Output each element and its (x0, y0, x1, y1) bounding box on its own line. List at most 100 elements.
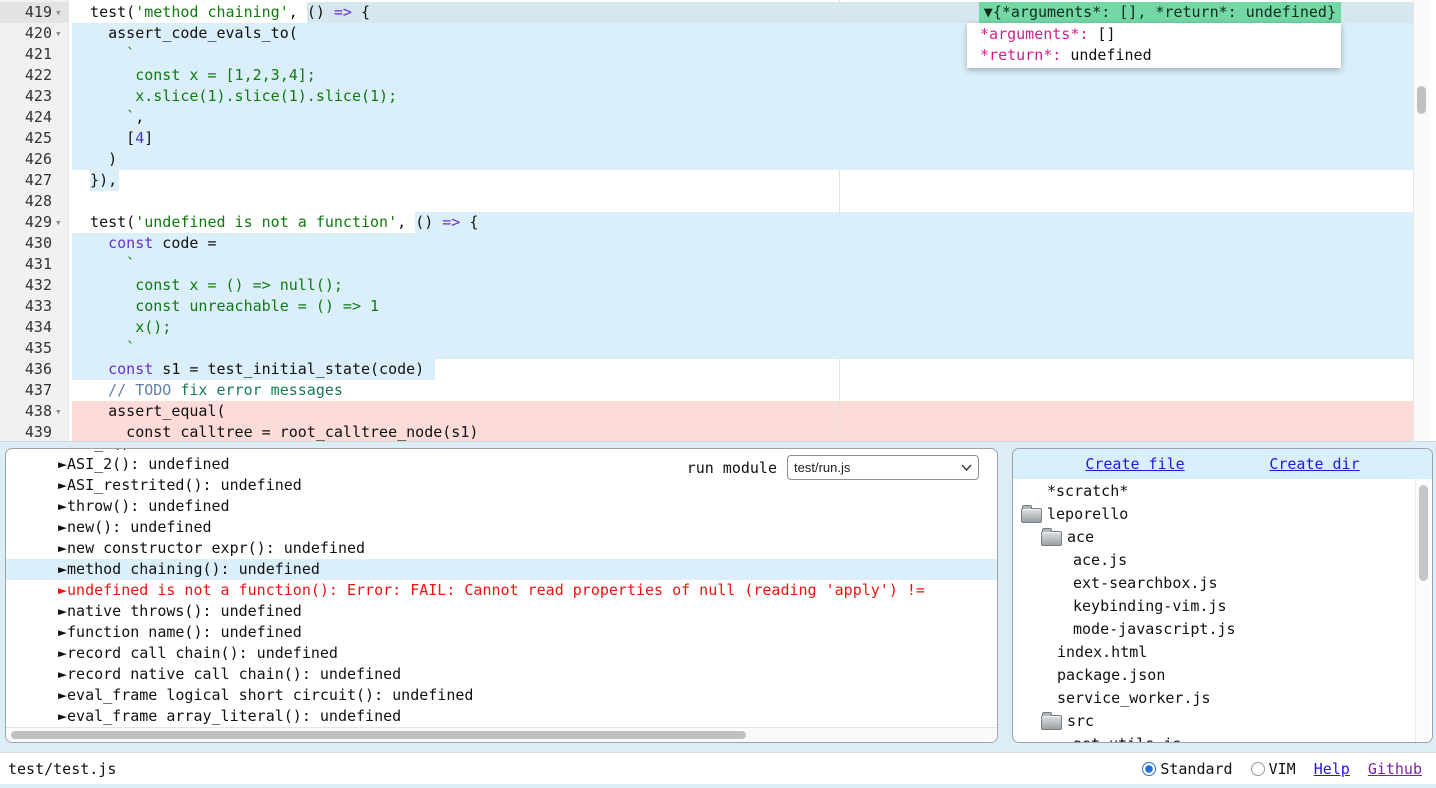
fold-arrow-icon[interactable]: ▾ (55, 2, 67, 23)
code-line[interactable]: x(); (72, 317, 171, 338)
tree-folder[interactable]: src (1013, 711, 1418, 732)
fold-arrow-icon[interactable]: ▾ (55, 401, 67, 422)
test-result-item[interactable]: ►new(): undefined (6, 517, 998, 538)
tree-file[interactable]: index.html (1013, 642, 1418, 663)
code-line[interactable]: const s1 = test_initial_state(code) (72, 359, 424, 380)
gutter-cell: 435 (0, 338, 68, 359)
tree-file[interactable]: package.json (1013, 665, 1418, 686)
code-token: [ (72, 129, 135, 147)
code-line[interactable]: const x = () => null(); (72, 275, 343, 296)
tree-item-label: src (1067, 711, 1094, 732)
tree-file[interactable]: ext-searchbox.js (1013, 573, 1418, 594)
code-line[interactable]: const x = [1,2,3,4]; (72, 65, 316, 86)
code-token: () (415, 213, 442, 231)
create-file-link[interactable]: Create file (1085, 455, 1184, 473)
inspector-summary[interactable]: ▼{*arguments*: [], *return*: undefined} (979, 2, 1341, 23)
code-token: { (460, 213, 478, 231)
code-line[interactable]: test('method chaining', () => { (72, 2, 370, 23)
tree-item-label: ast_utils.js (1073, 734, 1181, 743)
line-number: 424 (0, 107, 52, 128)
test-result-item[interactable]: ►eval_frame logical short circuit(): und… (6, 685, 998, 706)
gutter-cell: 422 (0, 65, 68, 86)
line-number: 422 (0, 65, 52, 86)
code-line[interactable]: x.slice(1).slice(1).slice(1); (72, 86, 397, 107)
line-highlight-sel (415, 212, 1413, 233)
line-number: 431 (0, 254, 52, 275)
github-link[interactable]: Github (1368, 760, 1422, 778)
tree-file[interactable]: keybinding-vim.js (1013, 596, 1418, 617)
line-number: 429 (0, 212, 52, 233)
test-result-item[interactable]: ►record call chain(): undefined (6, 643, 998, 664)
fold-arrow-icon[interactable]: ▾ (55, 212, 67, 233)
line-number: 430 (0, 233, 52, 254)
tree-file[interactable]: mode-javascript.js (1013, 619, 1418, 640)
code-line[interactable]: }), (72, 170, 117, 191)
code-token: x.slice(1).slice(1).slice(1); (72, 87, 397, 105)
tree-folder[interactable]: leporello (1013, 504, 1418, 525)
tree-item-label: service_worker.js (1057, 688, 1211, 709)
code-line[interactable]: const unreachable = () => 1 (72, 296, 379, 317)
code-line[interactable]: ) (72, 149, 117, 170)
tree-folder[interactable]: ace (1013, 527, 1418, 548)
line-number: 433 (0, 296, 52, 317)
code-editor[interactable]: 419▾ test('method chaining', () => {420▾… (0, 0, 1436, 442)
editor-scrollbar-thumb[interactable] (1417, 86, 1426, 114)
line-number: 423 (0, 86, 52, 107)
code-line[interactable]: `, (72, 107, 144, 128)
inspector-row[interactable]: *arguments*: [] (967, 24, 1341, 45)
code-line[interactable]: // TODO fix error messages (72, 380, 343, 401)
test-result-item[interactable]: ►record native call chain(): undefined (6, 664, 998, 685)
code-line[interactable]: assert_equal( (72, 401, 226, 422)
code-line[interactable]: ` (72, 338, 135, 359)
results-horizontal-scrollbar-thumb[interactable] (11, 731, 746, 739)
test-result-item[interactable]: ►undefined is not a function(): Error: F… (6, 580, 998, 601)
fold-arrow-icon[interactable]: ▾ (55, 23, 67, 44)
code-line[interactable]: [4] (72, 128, 153, 149)
file-tree-header: Create file Create dir (1013, 449, 1432, 479)
run-module-select[interactable]: test/run.js (787, 455, 979, 480)
test-result-item[interactable]: ►function name(): undefined (6, 622, 998, 643)
code-token: { (352, 3, 370, 21)
code-token: ] (144, 129, 153, 147)
code-line[interactable]: ` (72, 44, 135, 65)
code-token: () (307, 3, 334, 21)
code-line[interactable]: test('undefined is not a function', () =… (72, 212, 478, 233)
tree-item-label: *scratch* (1047, 481, 1128, 502)
code-line[interactable]: const calltree = root_calltree_node(s1) (72, 422, 478, 442)
code-token: => (334, 3, 352, 21)
test-result-item[interactable]: ►throw(): undefined (6, 496, 998, 517)
help-link[interactable]: Help (1314, 760, 1350, 778)
run-module-bar: run module test/run.js (687, 455, 979, 480)
inspector-row[interactable]: *return*: undefined (967, 45, 1341, 66)
code-token: x(); (72, 318, 171, 336)
line-number: 419 (0, 2, 52, 23)
chevron-down-icon (961, 464, 972, 471)
tree-scrollbar-thumb[interactable] (1419, 485, 1428, 581)
radio-unselected-icon (1251, 762, 1265, 776)
tree-file[interactable]: ast_utils.js (1013, 734, 1418, 743)
gutter-cell: 424 (0, 107, 68, 128)
keybinding-vim-radio[interactable]: VIM (1251, 760, 1296, 778)
line-highlight-sel (72, 317, 1413, 338)
code-line[interactable]: ` (72, 254, 135, 275)
keybinding-standard-radio[interactable]: Standard (1142, 760, 1232, 778)
create-dir-link[interactable]: Create dir (1269, 455, 1359, 473)
tree-file[interactable]: service_worker.js (1013, 688, 1418, 709)
code-token (72, 360, 108, 378)
code-line[interactable]: assert_code_evals_to( (72, 23, 298, 44)
radio-selected-icon (1142, 762, 1156, 776)
tree-item-label: keybinding-vim.js (1073, 596, 1227, 617)
tree-file[interactable]: ace.js (1013, 550, 1418, 571)
code-token: ` (72, 45, 135, 63)
test-result-item[interactable]: ►native throws(): undefined (6, 601, 998, 622)
run-module-label: run module (687, 459, 777, 477)
file-tree: *scratch*leporelloaceace.jsext-searchbox… (1013, 449, 1418, 742)
gutter-cell: 431 (0, 254, 68, 275)
code-token: ) (72, 150, 117, 168)
test-result-item[interactable]: ►eval_frame array_literal(): undefined (6, 706, 998, 727)
gutter-cell: 419▾ (0, 2, 68, 23)
test-result-item[interactable]: ►new constructor expr(): undefined (6, 538, 998, 559)
test-result-item[interactable]: ►method chaining(): undefined (6, 559, 998, 580)
tree-file[interactable]: *scratch* (1013, 481, 1418, 502)
code-line[interactable]: const code = (72, 233, 217, 254)
